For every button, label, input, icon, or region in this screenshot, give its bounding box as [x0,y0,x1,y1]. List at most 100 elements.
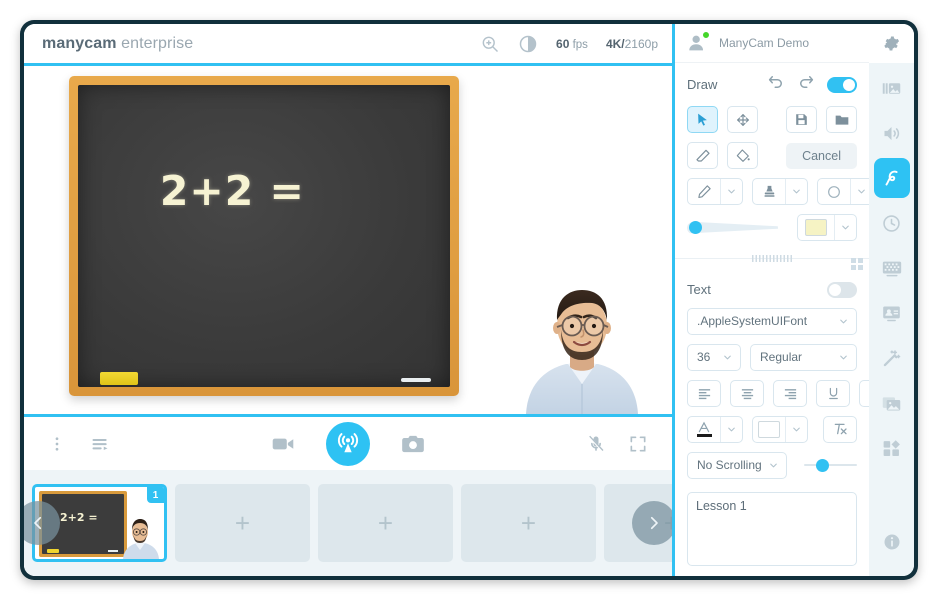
rail-item-media-layers[interactable] [874,68,910,108]
brand-bold: manycam [42,34,117,52]
font-color-glyph [696,421,712,438]
font-family-select[interactable]: .AppleSystemUIFont [687,307,857,335]
brush-color-swatch[interactable] [798,215,834,240]
paint-bucket-button[interactable] [727,142,758,169]
microphone-muted-icon[interactable] [586,434,606,454]
font-style-value: Regular [760,350,803,365]
account-header[interactable]: ManyCam Demo [675,24,869,63]
chevron-down-icon [722,352,733,363]
scrolling-row: No Scrolling [687,451,857,479]
video-preview[interactable]: 2+2 = [24,63,672,417]
preset-thumbnail-3[interactable]: + [318,484,453,562]
highlight-color-split-button[interactable] [752,415,808,443]
chevron-down-icon[interactable] [850,179,869,204]
rail-item-chroma-key[interactable] [874,248,910,288]
align-left-button[interactable] [687,379,721,407]
thumbnail-sponge-icon [47,549,59,553]
underline-button[interactable] [816,379,850,407]
brightness-icon[interactable] [518,34,538,54]
backgrounds-icon [882,396,901,410]
rail-item-scheduler[interactable] [874,203,910,243]
redo-icon[interactable] [797,73,815,96]
playlist-icon[interactable] [90,434,110,454]
fullscreen-icon[interactable] [628,434,648,454]
control-bar-right [586,434,648,454]
online-status-dot [702,31,710,39]
scroll-speed-slider[interactable] [804,458,857,472]
more-vertical-icon[interactable] [48,435,66,453]
stamp-icon[interactable] [753,179,785,204]
font-size-select[interactable]: 36 [687,343,741,371]
open-drawing-button[interactable] [826,106,857,133]
text-color-row [687,415,857,443]
text-content-input[interactable]: Lesson 1 [687,491,857,566]
rail-item-effects[interactable] [874,338,910,378]
thumbnail-chalk-icon [108,550,118,552]
title-bar: manycam enterprise 60 fps 4K/2160p [24,24,672,63]
eraser-tool-button[interactable] [687,142,718,169]
draw-enable-toggle[interactable] [827,76,857,93]
draw-section-header: Draw [687,73,857,96]
brush-size-slider[interactable] [687,221,778,235]
pen-tool-split-button[interactable] [687,178,743,205]
highlight-color-icon[interactable] [753,417,785,442]
preview-canvas[interactable]: 2+2 = [24,66,672,414]
fps-indicator: 60 fps [556,37,588,51]
preset-strip-next-button[interactable] [632,501,672,545]
rail-item-lower-third[interactable] [874,293,910,333]
title-bar-actions: 60 fps 4K/2160p [480,34,658,54]
scrolling-mode-select[interactable]: No Scrolling [687,451,787,479]
undo-icon[interactable] [767,73,785,96]
preset-strip[interactable]: 2+2 = 1 + + + [24,470,672,576]
rail-item-backgrounds[interactable] [874,383,910,423]
section-resize-handle[interactable] [675,255,869,272]
slider-knob[interactable] [688,221,702,234]
chalk-stick-icon [401,378,432,382]
rail-item-objects[interactable] [874,428,910,468]
slider-knob[interactable] [815,458,829,472]
draw-size-color-row [687,214,857,241]
save-drawing-button[interactable] [786,106,817,133]
font-color-icon[interactable] [688,417,720,442]
chevron-down-icon[interactable] [720,179,742,204]
resolution-light: 2160p [624,36,658,51]
preset-thumbnail-4[interactable]: + [461,484,596,562]
rail-item-audio[interactable] [874,113,910,153]
chevron-down-icon[interactable] [720,416,742,442]
speaker-icon [884,126,900,140]
align-center-button[interactable] [730,379,764,407]
font-style-select[interactable]: Regular [750,343,857,371]
brush-color-split-button[interactable] [797,214,857,241]
draw-tools-row-1 [687,106,857,133]
presenter-video-layer[interactable] [506,272,658,414]
cancel-button[interactable]: Cancel [786,142,857,169]
toggle-knob [829,283,841,296]
circle-shape-icon[interactable] [818,179,850,204]
stamp-tool-split-button[interactable] [752,178,808,205]
chalkboard-layer[interactable]: 2+2 = [69,76,459,396]
shape-tool-split-button[interactable] [817,178,869,205]
broadcast-button[interactable] [326,421,370,466]
preset-thumbnail-2[interactable]: + [175,484,310,562]
chevron-down-icon[interactable] [785,416,807,442]
move-tool-button[interactable] [727,106,758,133]
chevron-down-icon[interactable] [785,179,807,204]
font-size-value: 36 [697,350,711,365]
rail-item-settings[interactable] [869,24,914,63]
control-bar-center [24,421,672,466]
text-enable-toggle[interactable] [827,281,857,298]
select-tool-button[interactable] [687,106,718,133]
camera-icon[interactable] [400,431,426,457]
grid-view-icon[interactable] [851,258,863,270]
video-camera-icon[interactable] [270,431,296,457]
chevron-down-icon[interactable] [834,215,856,240]
rail-item-draw[interactable] [873,158,910,198]
rail-item-info[interactable] [874,522,910,562]
scrolling-mode-value: No Scrolling [697,458,762,473]
pencil-icon[interactable] [688,179,720,204]
zoom-in-icon[interactable] [480,34,500,54]
clear-formatting-button[interactable] [823,415,857,443]
align-right-button[interactable] [773,379,807,407]
font-color-split-button[interactable] [687,415,743,443]
strikethrough-button[interactable] [859,379,869,407]
